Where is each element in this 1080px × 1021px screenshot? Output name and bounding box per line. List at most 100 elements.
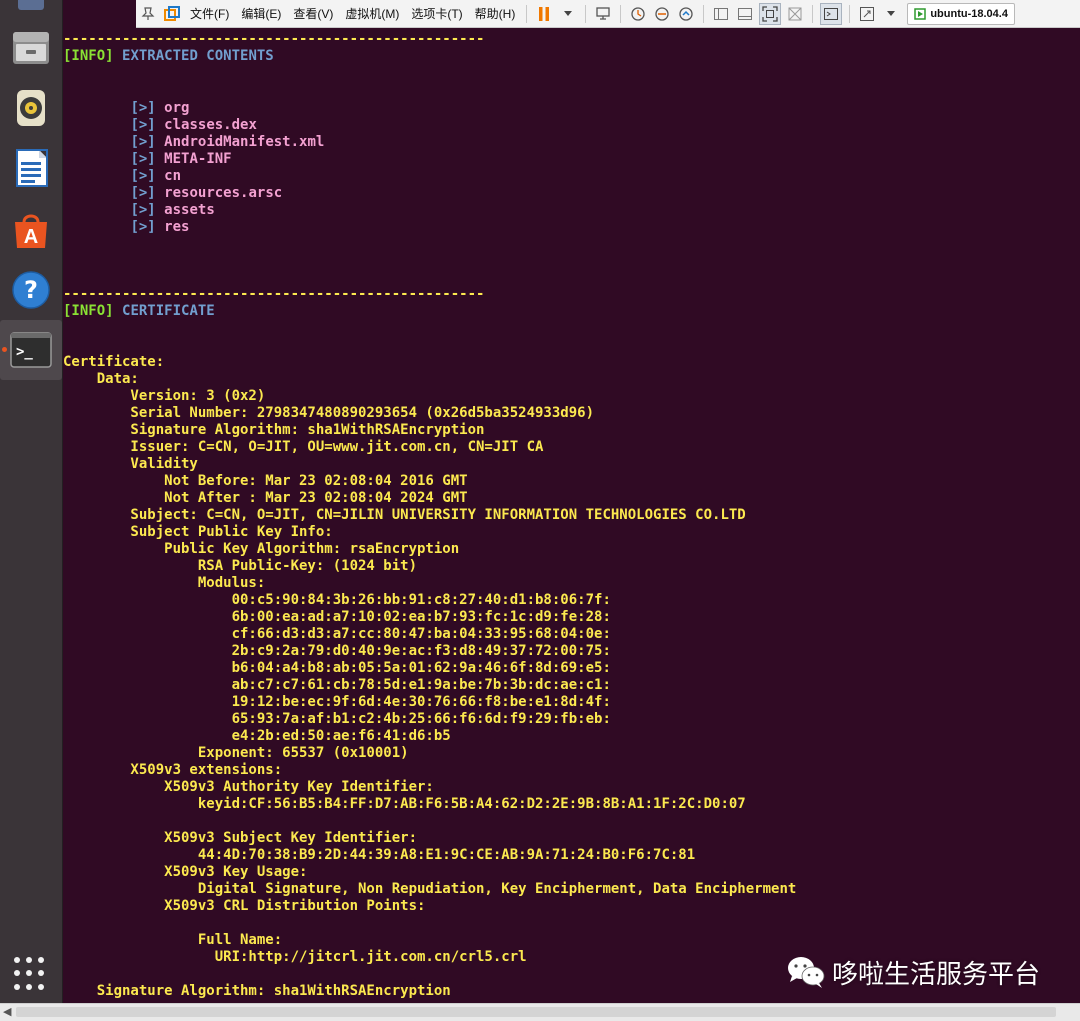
cert-line: Public Key Algorithm: rsaEncryption xyxy=(63,541,460,557)
cert-line: 2b:c9:2a:79:d0:40:9e:ac:f3:d8:49:37:72:0… xyxy=(63,643,611,659)
cert-line: Signature Algorithm: sha1WithRSAEncrypti… xyxy=(63,422,485,438)
list-item: [>] resources.arsc xyxy=(130,185,283,201)
vm-running-icon xyxy=(914,7,927,20)
cert-line: 65:93:7a:af:b1:c2:4b:25:66:f6:6d:f9:29:f… xyxy=(63,711,611,727)
menu-help[interactable]: 帮助(H) xyxy=(469,5,522,22)
wechat-watermark: 哆啦生活服务平台 xyxy=(786,950,1040,994)
libreoffice-writer-icon[interactable] xyxy=(0,138,62,198)
terminal-output[interactable]: ----------------------------------------… xyxy=(63,27,1080,1003)
cert-line: 19:12:be:ec:9f:6d:4e:30:76:66:f8:be:e1:8… xyxy=(63,694,611,710)
menu-edit[interactable]: 编辑(E) xyxy=(235,5,287,22)
cert-line: Validity xyxy=(63,456,198,472)
thumbnail-view-icon[interactable] xyxy=(735,4,755,24)
cert-line: 6b:00:ea:ad:a7:10:02:ea:b7:93:fc:1c:d9:f… xyxy=(63,609,611,625)
cert-line: X509v3 CRL Distribution Points: xyxy=(63,898,426,914)
separator-line: ----------------------------------------… xyxy=(63,31,485,47)
cert-line: Not After : Mar 23 02:08:04 2024 GMT xyxy=(63,490,468,506)
file-name: META-INF xyxy=(164,151,232,167)
menu-file[interactable]: 文件(F) xyxy=(184,5,235,22)
svg-text:>_: >_ xyxy=(16,344,33,360)
cert-line: Modulus: xyxy=(63,575,266,591)
cert-line: e4:2b:ed:50:ae:f6:41:d6:b5 xyxy=(63,728,451,744)
software-center-icon[interactable]: A xyxy=(0,200,62,260)
send-ctrl-alt-del-icon[interactable] xyxy=(593,4,613,24)
info-certificate: [INFO] CERTIFICATE xyxy=(63,303,215,319)
svg-text:?: ? xyxy=(24,276,38,304)
file-name: res xyxy=(164,219,190,235)
show-applications-icon[interactable] xyxy=(14,957,48,991)
watermark-text: 哆啦生活服务平台 xyxy=(832,959,1041,990)
help-icon[interactable]: ? xyxy=(0,260,62,320)
cert-line: Subject Public Key Info: xyxy=(63,524,333,540)
file-name: org xyxy=(164,100,190,116)
cert-line: ab:c7:c7:61:cb:78:5d:e1:9a:be:7b:3b:dc:a… xyxy=(63,677,611,693)
cert-line: Digital Signature, Non Repudiation, Key … xyxy=(63,881,797,897)
file-name: classes.dex xyxy=(164,117,257,133)
rhythmbox-icon[interactable] xyxy=(0,78,62,138)
pause-icon[interactable] xyxy=(534,4,554,24)
list-item: [>] AndroidManifest.xml xyxy=(130,134,325,150)
cert-line: Serial Number: 2798347480890293654 (0x26… xyxy=(63,405,595,421)
toolbar-separator xyxy=(526,4,528,23)
info-extracted-contents: [INFO] EXTRACTED CONTENTS xyxy=(63,48,274,64)
vm-tab[interactable]: ubuntu-18.04.4 xyxy=(907,2,1015,25)
toolbar-separator xyxy=(849,4,851,23)
list-item: [>] res xyxy=(130,219,190,235)
vm-tab-label: ubuntu-18.04.4 xyxy=(930,7,1008,20)
unity-mode-icon[interactable] xyxy=(785,4,805,24)
snapshot-manager-icon[interactable] xyxy=(676,4,696,24)
cert-line: Certificate: xyxy=(63,354,165,370)
cert-line: Full Name: xyxy=(63,932,283,948)
list-item: [>] assets xyxy=(130,202,215,218)
cert-line: X509v3 extensions: xyxy=(63,762,283,778)
cert-line: Data: xyxy=(63,371,139,387)
file-name: resources.arsc xyxy=(164,185,283,201)
cert-line: keyid:CF:56:B5:B4:FF:D7:AB:F6:5B:A4:62:D… xyxy=(63,796,746,812)
list-item: [>] cn xyxy=(130,168,182,184)
stretch-guest-icon[interactable] xyxy=(857,4,877,24)
cert-line: RSA Public-Key: (1024 bit) xyxy=(63,558,418,574)
toolbar-separator xyxy=(620,4,622,23)
scroll-left-icon[interactable]: ◀ xyxy=(3,1005,11,1018)
cert-line: Exponent: 65537 (0x10001) xyxy=(63,745,409,761)
cert-line: Issuer: C=CN, O=JIT, OU=www.jit.com.cn, … xyxy=(63,439,544,455)
cert-line: URI:http://jitcrl.jit.com.cn/crl5.crl xyxy=(63,949,527,965)
menu-view[interactable]: 查看(V) xyxy=(287,5,339,22)
chevron-down-icon[interactable] xyxy=(558,4,578,24)
separator-line: ----------------------------------------… xyxy=(63,286,485,302)
running-indicator xyxy=(2,347,7,352)
toolbar-separator xyxy=(812,4,814,23)
vmware-toolbar: 文件(F) 编辑(E) 查看(V) 虚拟机(M) 选项卡(T) 帮助(H) ub… xyxy=(136,0,1080,28)
cert-line: Not Before: Mar 23 02:08:04 2016 GMT xyxy=(63,473,468,489)
files-icon[interactable] xyxy=(0,18,62,78)
scrollbar-thumb[interactable] xyxy=(16,1007,1056,1017)
chevron-down-icon[interactable] xyxy=(881,4,901,24)
menu-tabs[interactable]: 选项卡(T) xyxy=(405,5,468,22)
terminal-icon[interactable]: >_ xyxy=(0,320,62,380)
snapshot-icon[interactable] xyxy=(628,4,648,24)
cert-line: X509v3 Key Usage: xyxy=(63,864,308,880)
revert-snapshot-icon[interactable] xyxy=(652,4,672,24)
file-name: assets xyxy=(164,202,215,218)
toolbar-separator xyxy=(585,4,587,23)
toolbar-separator xyxy=(703,4,705,23)
sidebar-view-icon[interactable] xyxy=(711,4,731,24)
cert-line: b6:04:a4:b8:ab:05:5a:01:62:9a:46:6f:8d:6… xyxy=(63,660,611,676)
fullscreen-icon[interactable] xyxy=(759,2,782,25)
cert-line: 00:c5:90:84:3b:26:bb:91:c8:27:40:d1:b8:0… xyxy=(63,592,611,608)
console-view-icon[interactable] xyxy=(820,2,843,25)
cert-line: 44:4D:70:38:B9:2D:44:39:A8:E1:9C:CE:AB:9… xyxy=(63,847,696,863)
horizontal-scrollbar[interactable]: ◀ xyxy=(0,1003,1080,1021)
list-item: [>] org xyxy=(130,100,190,116)
cert-line: Version: 3 (0x2) xyxy=(63,388,266,404)
menu-vm[interactable]: 虚拟机(M) xyxy=(339,5,405,22)
ubuntu-dock: A ? >_ xyxy=(0,0,63,1003)
cert-line: X509v3 Authority Key Identifier: xyxy=(63,779,434,795)
list-item: [>] META-INF xyxy=(130,151,232,167)
pin-icon[interactable] xyxy=(138,4,158,24)
dock-item-top-partial[interactable] xyxy=(0,0,62,14)
cert-line: X509v3 Subject Key Identifier: xyxy=(63,830,418,846)
vmware-logo-icon[interactable] xyxy=(162,4,182,24)
file-name: cn xyxy=(164,168,182,184)
svg-text:A: A xyxy=(24,226,38,248)
